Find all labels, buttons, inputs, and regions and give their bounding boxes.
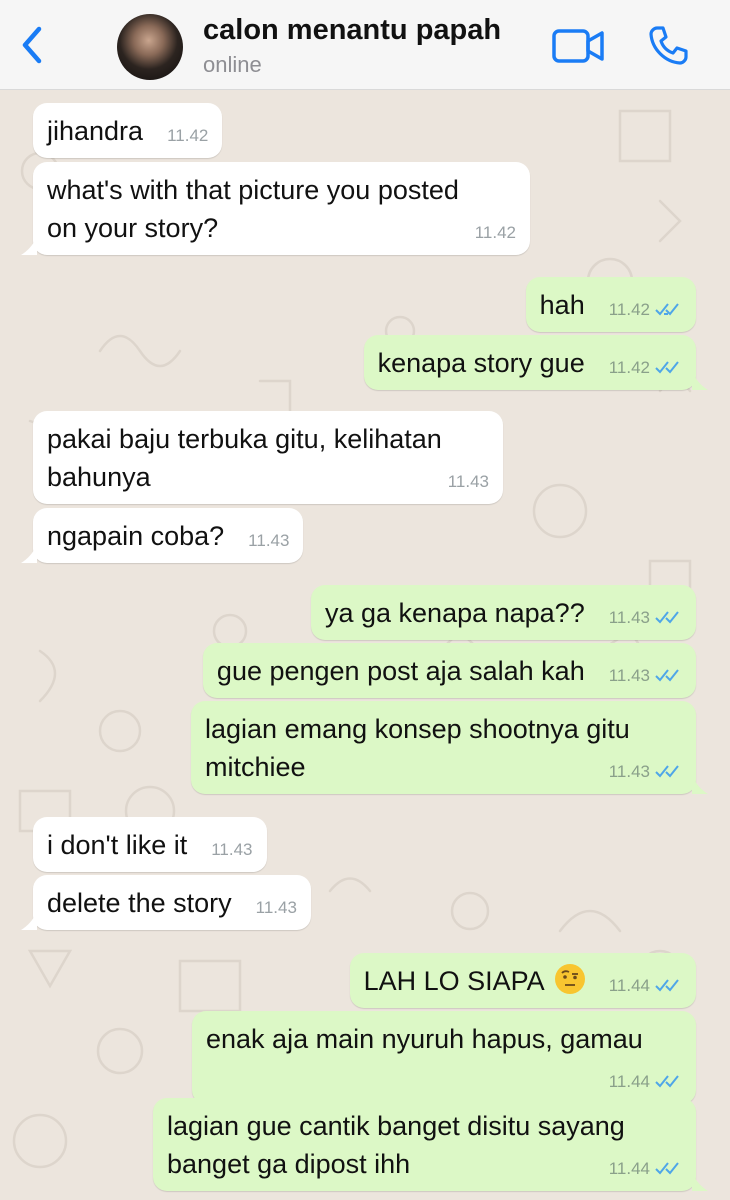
message-meta: 11.44	[609, 1155, 682, 1183]
bubble-tail	[692, 1173, 708, 1191]
bubble-tail	[692, 776, 708, 794]
message-meta: 11.42	[609, 354, 682, 382]
back-button[interactable]	[12, 22, 52, 68]
incoming-message[interactable]: what's with that picture you posted on y…	[21, 162, 530, 255]
message-meta: 11.42	[609, 296, 682, 324]
message-text: delete the story	[47, 888, 232, 918]
read-receipt-icon	[655, 1075, 679, 1088]
message-time: 11.43	[608, 762, 650, 781]
message-time: 11.43	[211, 840, 253, 859]
outgoing-message[interactable]: gue pengen post aja salah kah 11.43	[202, 643, 696, 698]
message-text: lagian emang konsep shootnya gitu mitchi…	[205, 714, 630, 782]
incoming-message[interactable]: ngapain coba? 11.43	[21, 508, 304, 563]
message-time: 11.42	[608, 300, 650, 319]
video-camera-icon	[552, 29, 604, 63]
bubble-tail	[21, 237, 37, 255]
message-text: i don't like it	[47, 830, 188, 860]
bubble-tail	[21, 912, 37, 930]
voice-call-button[interactable]	[645, 22, 691, 68]
chat-header: calon menantu papah online	[0, 0, 730, 90]
raised-eyebrow-emoji-icon	[554, 964, 585, 994]
message-time: 11.44	[608, 1159, 650, 1178]
outgoing-message[interactable]: lagian emang konsep shootnya gitu mitchi…	[191, 701, 708, 794]
outgoing-message[interactable]: enak aja main nyuruh hapus, gamau 11.44	[192, 1011, 696, 1104]
message-text: LAH LO SIAPA	[363, 966, 544, 996]
message-list[interactable]: jihandra 11.42 what's with that picture …	[0, 91, 730, 1200]
outgoing-message[interactable]: ya ga kenapa napa?? 11.43	[310, 585, 696, 640]
message-time: 11.42	[608, 358, 650, 377]
message-time: 11.43	[255, 898, 297, 917]
message-text: jihandra	[47, 116, 144, 146]
read-receipt-icon	[655, 979, 679, 992]
message-text: hah	[539, 290, 585, 320]
read-receipt-icon	[655, 303, 679, 316]
read-receipt-icon	[655, 611, 679, 624]
message-meta: 11.44	[609, 1068, 682, 1096]
message-time: 11.44	[608, 976, 650, 995]
message-time: 11.42	[167, 126, 209, 145]
message-text: ngapain coba?	[47, 521, 225, 551]
message-time: 11.43	[248, 531, 290, 550]
message-text: enak aja main nyuruh hapus, gamau	[206, 1024, 643, 1054]
read-receipt-icon	[655, 1162, 679, 1175]
message-meta: 11.43	[609, 662, 682, 690]
outgoing-message[interactable]: kenapa story gue 11.42	[363, 335, 708, 390]
message-meta: 11.44	[609, 972, 682, 1000]
bubble-tail	[21, 545, 37, 563]
video-call-button[interactable]	[551, 26, 607, 66]
incoming-message[interactable]: delete the story 11.43	[21, 875, 311, 930]
message-time: 11.44	[608, 1072, 650, 1091]
message-text: gue pengen post aja salah kah	[216, 656, 585, 686]
contact-avatar[interactable]	[117, 14, 183, 80]
incoming-message[interactable]: jihandra 11.42	[33, 103, 223, 158]
phone-icon	[649, 26, 688, 65]
message-time: 11.43	[608, 608, 650, 627]
bubble-tail	[692, 372, 708, 390]
message-text: pakai baju terbuka gitu, kelihatan bahun…	[47, 424, 442, 492]
incoming-message[interactable]: i don't like it 11.43	[33, 817, 267, 872]
message-text: lagian gue cantik banget disitu sayang b…	[167, 1111, 625, 1179]
outgoing-message[interactable]: LAH LO SIAPA 11.44	[349, 953, 696, 1008]
message-text: kenapa story gue	[377, 348, 585, 378]
message-time: 11.42	[474, 223, 516, 242]
read-receipt-icon	[655, 361, 679, 374]
message-time: 11.43	[608, 666, 650, 685]
read-receipt-icon	[655, 765, 679, 778]
outgoing-message[interactable]: hah 11.42	[525, 277, 696, 332]
message-meta: 11.43	[609, 758, 682, 786]
contact-name[interactable]: calon menantu papah	[203, 14, 501, 47]
outgoing-message[interactable]: lagian gue cantik banget disitu sayang b…	[153, 1098, 708, 1191]
message-time: 11.43	[447, 472, 489, 491]
read-receipt-icon	[655, 669, 679, 682]
message-text: what's with that picture you posted on y…	[47, 175, 459, 243]
chevron-left-icon	[22, 26, 42, 64]
incoming-message[interactable]: pakai baju terbuka gitu, kelihatan bahun…	[33, 411, 503, 504]
contact-status: online	[203, 52, 262, 77]
message-meta: 11.43	[609, 604, 682, 632]
message-text: ya ga kenapa napa??	[324, 598, 585, 628]
